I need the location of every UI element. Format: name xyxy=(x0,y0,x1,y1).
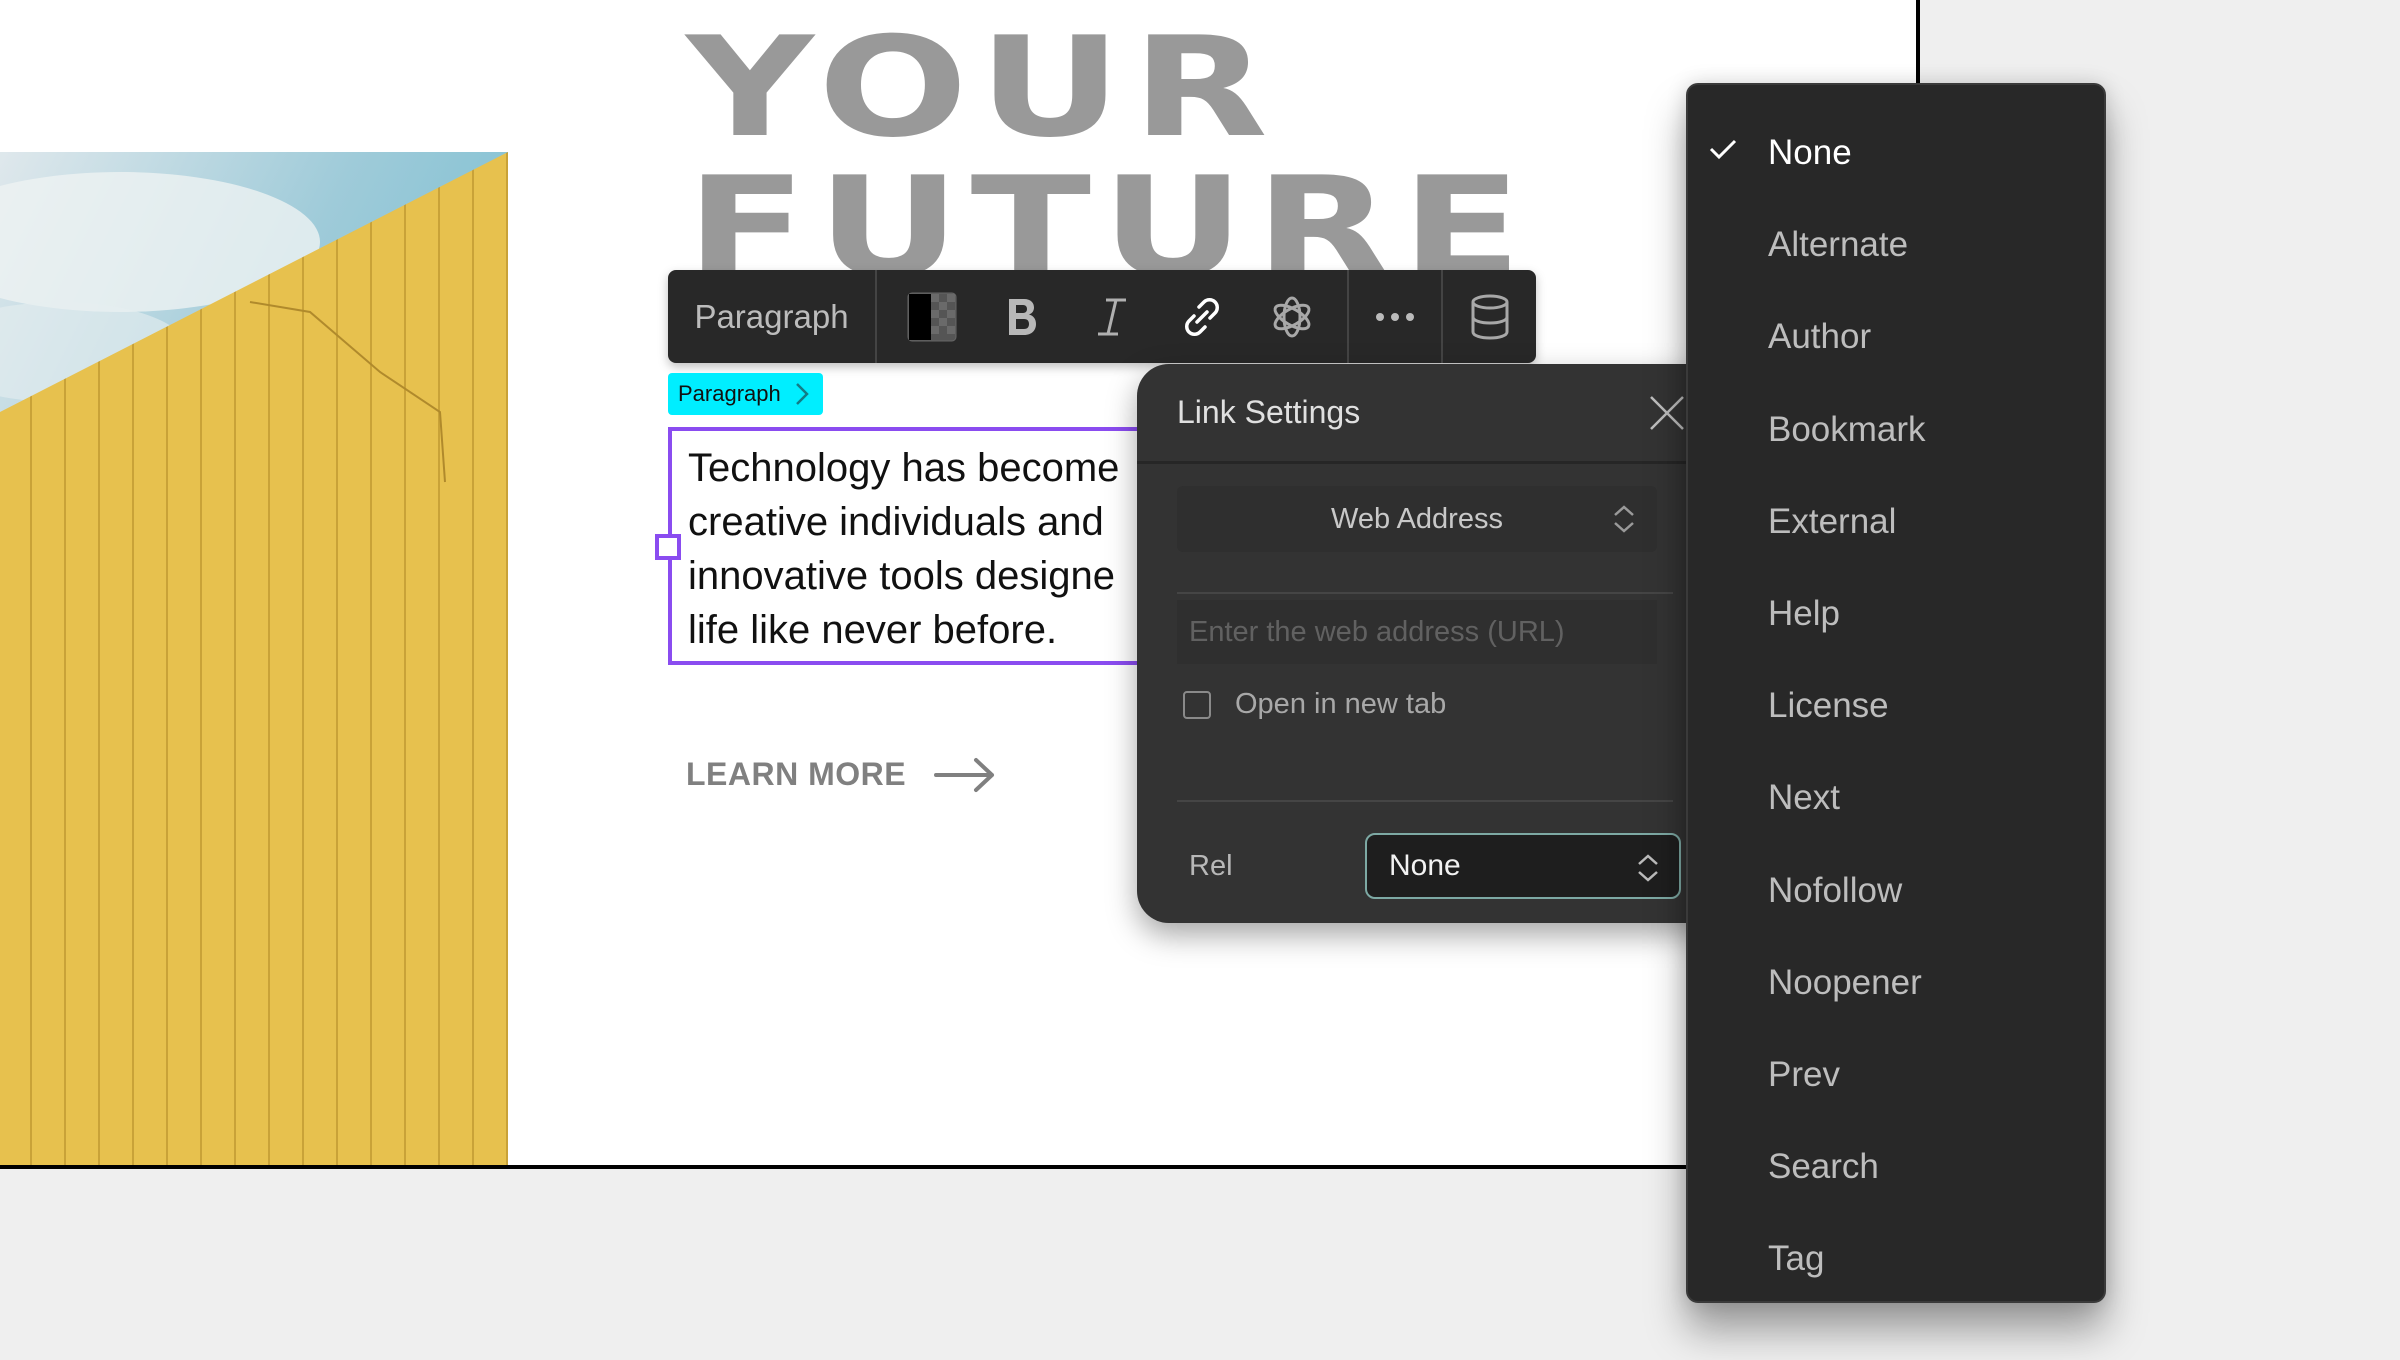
rel-option-label: License xyxy=(1768,686,1889,726)
ai-button[interactable] xyxy=(1262,287,1322,347)
rel-option-label: Author xyxy=(1768,317,1872,357)
more-options-button[interactable] xyxy=(1365,287,1425,347)
rel-option-license[interactable]: License xyxy=(1688,660,2104,752)
resize-handle[interactable] xyxy=(655,534,681,560)
headline: YOUR FUTURE xyxy=(686,18,1522,298)
arrow-right-icon xyxy=(934,757,995,792)
rel-option-label: Tag xyxy=(1768,1239,1825,1279)
rel-option-help[interactable]: Help xyxy=(1688,568,2104,660)
rel-select[interactable]: None xyxy=(1365,833,1681,899)
rel-option-nofollow[interactable]: Nofollow xyxy=(1688,845,2104,937)
selected-paragraph[interactable]: Technology has become creative individua… xyxy=(668,427,1148,665)
chevron-up-down-icon xyxy=(1614,505,1634,533)
database-button[interactable] xyxy=(1460,287,1520,347)
learn-more-link[interactable]: LEARN MORE xyxy=(686,756,996,793)
rel-option-label: None xyxy=(1768,133,1852,173)
database-icon xyxy=(1471,294,1508,340)
paragraph-line: Technology has become xyxy=(688,446,1120,490)
link-settings-panel: Link Settings Web Address Open in new ta… xyxy=(1137,364,1717,923)
link-settings-title: Link Settings xyxy=(1177,394,1361,430)
link-type-select[interactable]: Web Address xyxy=(1177,486,1657,552)
rel-option-label: Prev xyxy=(1768,1054,1840,1094)
headline-line-1: YOUR xyxy=(686,7,1279,168)
divider xyxy=(1177,800,1673,802)
rel-option-search[interactable]: Search xyxy=(1688,1121,2104,1213)
divider xyxy=(1177,592,1673,594)
openai-icon xyxy=(1273,296,1311,337)
close-icon[interactable] xyxy=(1647,393,1687,433)
color-swatch-icon xyxy=(907,292,957,341)
url-input[interactable] xyxy=(1177,600,1657,664)
rel-option-label: Noopener xyxy=(1768,962,1922,1002)
rel-option-label: Alternate xyxy=(1768,225,1909,265)
italic-icon xyxy=(1098,298,1126,335)
rel-option-label: Bookmark xyxy=(1768,409,1926,449)
text-format-toolbar: Paragraph xyxy=(668,270,1536,363)
rel-option-external[interactable]: External xyxy=(1688,476,2104,568)
rel-option-label: Search xyxy=(1768,1147,1879,1187)
rel-value: None xyxy=(1389,849,1461,882)
rel-option-label: Nofollow xyxy=(1768,870,1903,910)
link-icon xyxy=(1185,297,1219,336)
bold-icon xyxy=(1009,298,1036,335)
color-button[interactable] xyxy=(902,287,962,347)
more-horizontal-icon xyxy=(1376,312,1414,321)
paragraph-line: innovative tools designe xyxy=(688,554,1115,598)
rel-option-noopener[interactable]: Noopener xyxy=(1688,937,2104,1029)
paragraph-line: creative individuals and xyxy=(688,500,1104,544)
link-button[interactable] xyxy=(1172,287,1232,347)
rel-option-label: Next xyxy=(1768,778,1840,818)
rel-option-author[interactable]: Author xyxy=(1688,291,2104,383)
open-new-tab-checkbox[interactable] xyxy=(1183,690,1211,719)
bold-button[interactable] xyxy=(992,287,1052,347)
rel-option-alternate[interactable]: Alternate xyxy=(1688,199,2104,291)
rel-option-label: Help xyxy=(1768,594,1840,634)
element-type-selector[interactable]: Paragraph xyxy=(668,270,877,363)
rel-option-prev[interactable]: Prev xyxy=(1688,1029,2104,1121)
rel-label: Rel xyxy=(1189,850,1233,882)
rel-dropdown-menu: None Alternate Author Bookmark External Help L… xyxy=(1686,83,2106,1303)
rel-option-bookmark[interactable]: Bookmark xyxy=(1688,384,2104,476)
rel-option-none[interactable]: None xyxy=(1688,107,2104,199)
chevron-right-icon xyxy=(795,383,809,405)
badge-label: Paragraph xyxy=(678,381,781,406)
chevron-up-down-icon xyxy=(1638,854,1658,882)
link-type-value: Web Address xyxy=(1331,502,1503,535)
italic-button[interactable] xyxy=(1082,287,1142,347)
rel-option-tag[interactable]: Tag xyxy=(1688,1213,2104,1305)
hero-image xyxy=(0,152,508,1165)
open-new-tab-label: Open in new tab xyxy=(1235,688,1447,720)
element-breadcrumb-badge[interactable]: Paragraph xyxy=(668,373,823,415)
paragraph-line: life like never before. xyxy=(688,608,1058,652)
learn-more-label: LEARN MORE xyxy=(686,756,907,792)
check-icon xyxy=(1709,139,1737,160)
rel-option-next[interactable]: Next xyxy=(1688,752,2104,844)
rel-option-label: External xyxy=(1768,501,1897,541)
